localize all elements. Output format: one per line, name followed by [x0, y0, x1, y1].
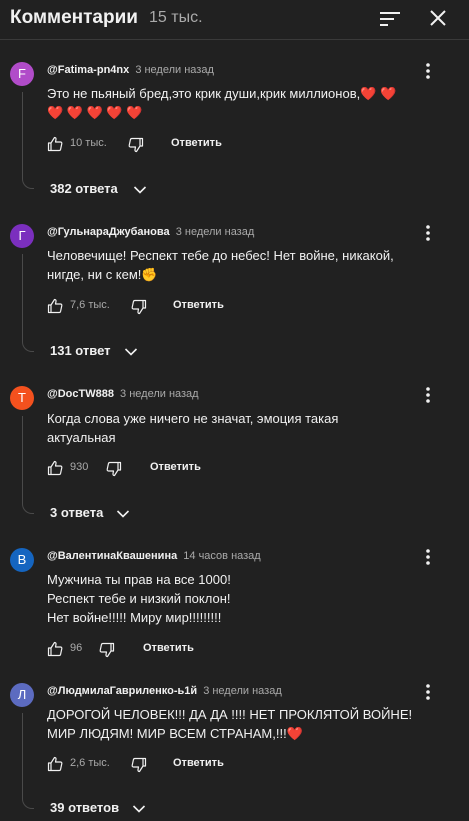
- thumbs-up-icon[interactable]: [47, 460, 63, 476]
- comment-time[interactable]: 3 недели назад: [120, 388, 199, 400]
- avatar[interactable]: Л: [10, 683, 34, 707]
- like-count: 10 тыс.: [70, 137, 107, 149]
- more-vertical-icon[interactable]: [420, 547, 436, 567]
- thumbs-down-icon[interactable]: [99, 642, 115, 658]
- author-name[interactable]: @DocTW888: [47, 388, 114, 400]
- thumbs-down-icon[interactable]: [131, 299, 147, 315]
- author-name[interactable]: @ГульнараДжубанова: [47, 226, 170, 238]
- comment-meta: @ЛюдмилаГавриленко-ь1й 3 недели назад: [47, 685, 282, 697]
- thumbs-up-icon[interactable]: [47, 641, 63, 657]
- like-count: 7,6 тыс.: [70, 299, 110, 311]
- comment-text: Это не пьяный бред,это крик души,крик ми…: [47, 84, 447, 122]
- close-icon[interactable]: [428, 8, 448, 28]
- thumbs-up-icon[interactable]: [47, 298, 63, 314]
- comments-count: 15 тыс.: [149, 9, 203, 26]
- reply-button[interactable]: Ответить: [143, 642, 194, 654]
- thread-line: [22, 416, 34, 514]
- chevron-down-icon: [124, 348, 138, 356]
- comment-text-line: Мужчина ты прав на все 1000!: [47, 572, 231, 587]
- like-count: 2,6 тыс.: [70, 757, 110, 769]
- reply-button[interactable]: Ответить: [171, 137, 222, 149]
- comment-text-line: Респект тебе и низкий поклон!: [47, 591, 231, 606]
- more-vertical-icon[interactable]: [420, 61, 436, 81]
- comment-text-line: Человечище! Респект тебе до небес! Нет в…: [47, 248, 394, 263]
- chevron-down-icon: [132, 805, 146, 813]
- thumbs-down-icon[interactable]: [106, 461, 122, 477]
- chevron-down-icon: [116, 510, 130, 518]
- thumbs-down-icon[interactable]: [128, 137, 144, 153]
- reply-button[interactable]: Ответить: [173, 299, 224, 311]
- avatar[interactable]: Г: [10, 224, 34, 248]
- comment-text-line: ДОРОГОЙ ЧЕЛОВЕК!!! ДА ДА !!!! НЕТ ПРОКЛЯ…: [47, 707, 413, 722]
- replies-toggle[interactable]: 3 ответа: [50, 504, 130, 524]
- thumbs-down-icon[interactable]: [131, 757, 147, 773]
- avatar[interactable]: F: [10, 62, 34, 86]
- comment-text-line: Когда слова уже ничего не значат, эмоция…: [47, 411, 339, 426]
- replies-count: 3 ответа: [50, 505, 104, 520]
- comment-time[interactable]: 3 недели назад: [203, 685, 282, 697]
- thread-line: [22, 254, 34, 352]
- author-name[interactable]: @Fatima-pn4nx: [47, 64, 129, 76]
- comment-time[interactable]: 3 недели назад: [135, 64, 214, 76]
- comment-text-line: ❤️ ❤️ ❤️ ❤️ ❤️: [47, 105, 143, 120]
- comments-title: Комментарии: [10, 7, 138, 28]
- replies-toggle[interactable]: 131 ответ: [50, 342, 138, 362]
- replies-count: 382 ответа: [50, 181, 118, 196]
- comment-time[interactable]: 14 часов назад: [183, 550, 260, 562]
- reply-button[interactable]: Ответить: [173, 757, 224, 769]
- thumbs-up-icon[interactable]: [47, 756, 63, 772]
- comments-header: Комментарии 15 тыс.: [0, 0, 469, 40]
- replies-count: 39 ответов: [50, 800, 120, 815]
- chevron-down-icon: [133, 186, 147, 194]
- reply-button[interactable]: Ответить: [150, 461, 201, 473]
- replies-count: 131 ответ: [50, 343, 111, 358]
- comment-text-line: МИР ЛЮДЯМ! МИР ВСЕМ СТРАНАМ,!!!❤️: [47, 726, 303, 741]
- more-vertical-icon[interactable]: [420, 223, 436, 243]
- comment-text: Человечище! Респект тебе до небес! Нет в…: [47, 246, 447, 284]
- avatar[interactable]: В: [10, 548, 34, 572]
- comment-time[interactable]: 3 недели назад: [176, 226, 255, 238]
- author-name[interactable]: @ВалентинаКвашенина: [47, 550, 177, 562]
- comment-text: Мужчина ты прав на все 1000! Респект теб…: [47, 570, 447, 627]
- thumbs-up-icon[interactable]: [47, 136, 63, 152]
- comment-meta: @Fatima-pn4nx 3 недели назад: [47, 64, 214, 76]
- like-count: 930: [70, 461, 89, 473]
- thread-line: [22, 713, 34, 809]
- author-name[interactable]: @ЛюдмилаГавриленко-ь1й: [47, 685, 197, 697]
- comment-meta: @ВалентинаКвашенина 14 часов назад: [47, 550, 261, 562]
- replies-toggle[interactable]: 39 ответов: [50, 799, 146, 819]
- replies-toggle[interactable]: 382 ответа: [50, 180, 147, 200]
- comment-meta: @DocTW888 3 недели назад: [47, 388, 199, 400]
- comment-meta: @ГульнараДжубанова 3 недели назад: [47, 226, 254, 238]
- more-vertical-icon[interactable]: [420, 682, 436, 702]
- thread-line: [22, 92, 34, 189]
- comment-text-line: Это не пьяный бред,это крик души,крик ми…: [47, 86, 397, 101]
- comment-text: ДОРОГОЙ ЧЕЛОВЕК!!! ДА ДА !!!! НЕТ ПРОКЛЯ…: [47, 705, 447, 743]
- comment-text-line: нигде, ни с кем!✊: [47, 267, 158, 282]
- comment-text-line: актуальная: [47, 430, 116, 445]
- comment-text: Когда слова уже ничего не значат, эмоция…: [47, 409, 447, 447]
- like-count: 96: [70, 642, 83, 654]
- more-vertical-icon[interactable]: [420, 385, 436, 405]
- avatar[interactable]: T: [10, 386, 34, 410]
- sort-icon[interactable]: [379, 9, 401, 29]
- comment-text-line: Нет войне!!!!! Миру мир!!!!!!!!!: [47, 610, 222, 625]
